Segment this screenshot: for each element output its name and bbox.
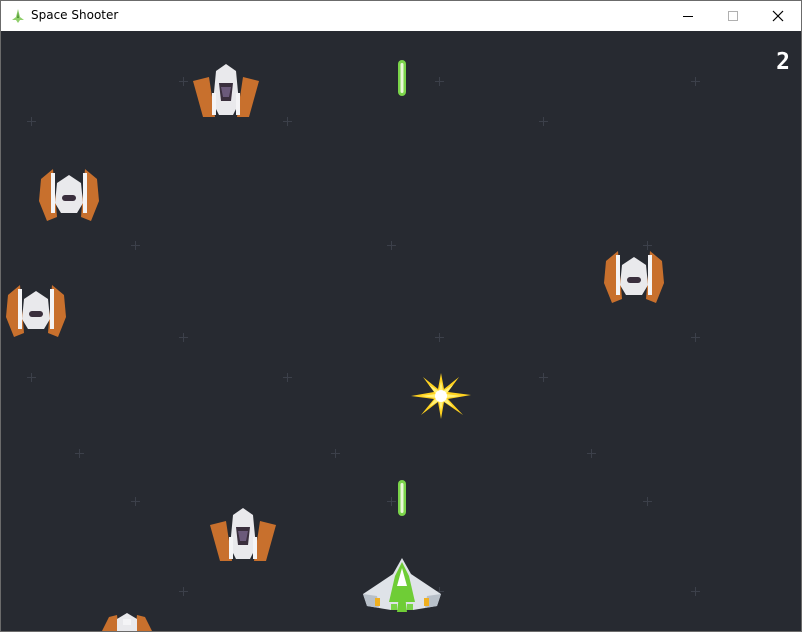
- star: [539, 117, 548, 126]
- star: [691, 333, 700, 342]
- star: [331, 449, 340, 458]
- close-button[interactable]: [755, 1, 801, 31]
- title-bar[interactable]: Space Shooter: [1, 1, 801, 31]
- enemy-ship-sprite: [210, 508, 276, 561]
- star: [587, 449, 596, 458]
- enemy-ship-sprite: [39, 169, 99, 221]
- star: [283, 373, 292, 382]
- score-counter: 2: [776, 49, 791, 75]
- laser-bolt-sprite: [398, 60, 406, 96]
- enemy-ship-sprite: [6, 285, 66, 337]
- star: [179, 587, 188, 596]
- star: [387, 497, 396, 506]
- star: [691, 77, 700, 86]
- window-title: Space Shooter: [31, 8, 119, 22]
- star: [131, 497, 140, 506]
- minimize-icon: [683, 16, 693, 17]
- game-canvas[interactable]: 2: [1, 31, 801, 631]
- enemy-ship-sprite: [193, 64, 259, 117]
- star: [691, 587, 700, 596]
- close-icon: [772, 10, 784, 22]
- star: [75, 449, 84, 458]
- star: [435, 333, 444, 342]
- star: [643, 497, 652, 506]
- laser-bolt-sprite: [398, 480, 406, 516]
- star: [539, 373, 548, 382]
- star: [387, 241, 396, 250]
- app-ship-icon: [12, 9, 24, 23]
- maximize-button[interactable]: [710, 1, 756, 31]
- enemy-ship-sprite: [102, 613, 152, 631]
- star: [27, 117, 36, 126]
- star: [179, 77, 188, 86]
- explosion-sprite: [411, 373, 471, 419]
- star: [179, 333, 188, 342]
- enemy-ship-sprite: [604, 251, 664, 303]
- app-window: Space Shooter 2: [0, 0, 802, 632]
- star: [131, 241, 140, 250]
- star: [27, 373, 36, 382]
- minimize-button[interactable]: [665, 1, 711, 31]
- star: [283, 117, 292, 126]
- player-ship-sprite: [363, 558, 441, 612]
- maximize-icon: [728, 11, 738, 21]
- star: [435, 77, 444, 86]
